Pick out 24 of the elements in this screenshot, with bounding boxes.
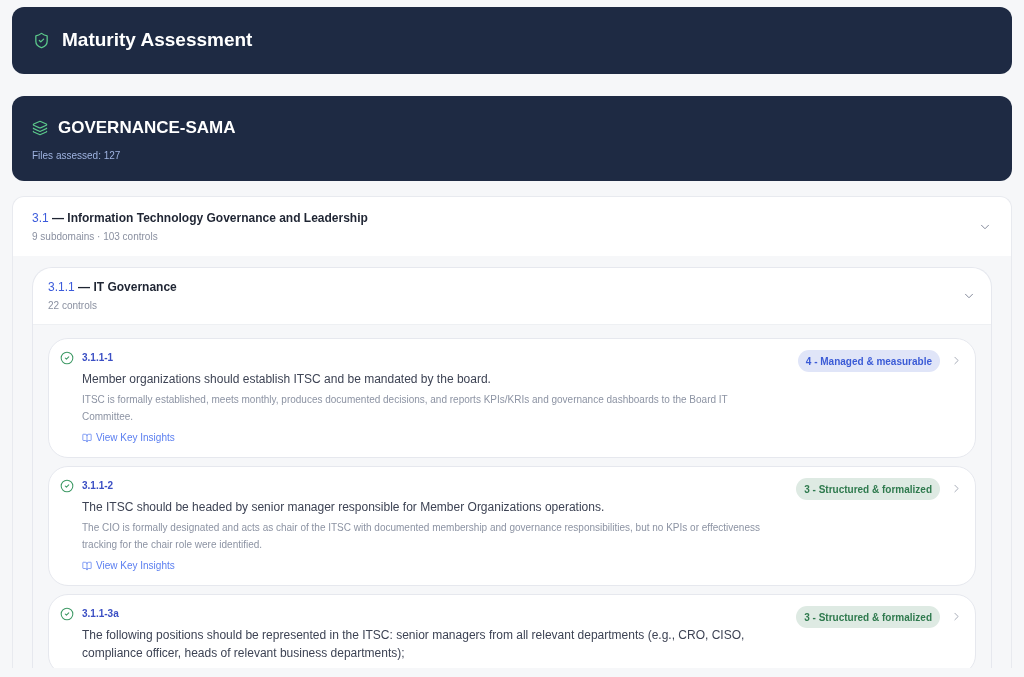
book-open-icon [82, 561, 92, 571]
maturity-badge: 3 - Structured & formalized [796, 606, 940, 628]
control-id: 3.1.1-2 [82, 479, 114, 493]
files-assessed: Files assessed: 127 [32, 149, 121, 163]
subdomain-meta: 22 controls [48, 299, 97, 313]
subdomain-title: 3.1.1 — IT Governance [48, 279, 177, 295]
control-requirement: The following positions should be represented in the ITSC: senior managers from all relevant departments (e.g., CRO, CISO, compliance officer, heads of relevant business departments); [82, 627, 746, 662]
page-title: Maturity Assessment [62, 28, 253, 53]
control-id: 3.1.1-3a [82, 607, 119, 621]
layers-icon [32, 120, 48, 136]
domain-meta: 9 subdomains · 103 controls [32, 229, 158, 244]
control-id: 3.1.1-1 [82, 351, 114, 365]
view-insights-link[interactable]: View Key Insights [82, 431, 175, 445]
control-requirement: The ITSC should be headed by senior manager responsible for Member Organizations operations. [82, 499, 606, 516]
control-requirement: Member organizations should establish ITSC and be mandated by the board. [82, 371, 492, 388]
maturity-badge: 3 - Structured & formalized [796, 478, 940, 500]
view-insights-link[interactable]: View Key Insights [82, 559, 175, 573]
framework-name: GOVERNANCE-SAMA [58, 117, 236, 140]
maturity-badge: 4 - Managed & measurable [797, 350, 940, 372]
book-open-icon [82, 433, 92, 443]
control-finding: The CIO is formally designated and acts as chair of the ITSC with documented membership and governance responsibilities, but no KPIs or effectiveness tracking for the chair role were identified. [82, 521, 761, 552]
domain-title: 3.1 — Information Technology Governance and Leadership [32, 209, 368, 226]
control-finding: ITSC is formally established, meets monthly, produces documented decisions, and reports KPIs/KRIs and governance dashboards to the Board IT Committee. [82, 393, 729, 424]
shield-check-icon [33, 32, 50, 49]
